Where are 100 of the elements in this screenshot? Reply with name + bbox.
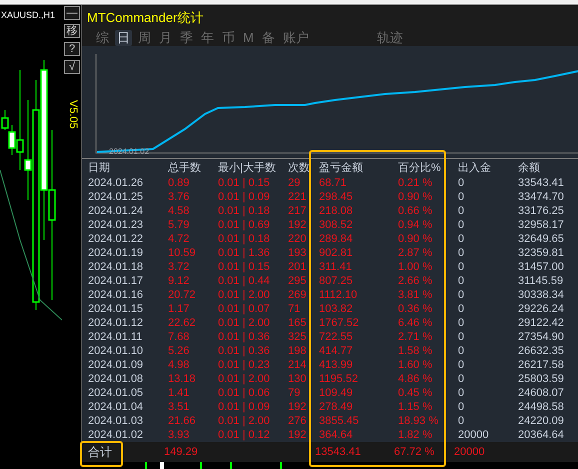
lots-cell-text: 3.72: [168, 260, 190, 274]
balance-cell-text: 29226.24: [518, 302, 565, 316]
tab[interactable]: 季: [178, 30, 195, 46]
balance-cell-text: 33176.25: [518, 204, 565, 218]
pnl-cell-text: 414.77: [319, 344, 354, 358]
tab[interactable]: 综: [94, 30, 111, 46]
count-cell-text: 192: [288, 400, 308, 414]
symbol-label: XAUUSD.,H1: [1, 9, 56, 22]
percent-cell-text: 1.82 %: [398, 428, 434, 442]
percent-cell-text: 2.87 %: [398, 246, 434, 260]
lots-cell-text: 10.59: [168, 246, 197, 260]
deposit-cell-text: 0: [458, 344, 466, 358]
pnl-cell-text: 364.64: [319, 428, 354, 442]
percent-cell-text: 1.58 %: [398, 344, 434, 358]
deposit-cell-text: 0: [458, 372, 466, 386]
count-cell-text: 201: [288, 260, 308, 274]
percent-cell-text: 0.36 %: [398, 302, 434, 316]
lots-cell-text: 20.72: [168, 288, 197, 302]
side-button[interactable]: 移: [64, 24, 80, 38]
deposit-cell-text: 0: [458, 386, 466, 400]
chart-date-label: 2024.01.02: [109, 148, 150, 156]
deposit-cell-text: 0: [458, 176, 466, 190]
count-cell-text: 214: [288, 358, 308, 372]
tab[interactable]: 周: [136, 30, 153, 46]
lot-range-cell-text: 0.01 | 0.36: [218, 344, 271, 358]
deposit-cell-text: 0: [458, 260, 466, 274]
deposit-cell-text: 0: [458, 274, 466, 288]
lot-range-cell-text: 0.01 | 0.23: [218, 358, 271, 372]
lot-range-cell-text: 0.01 | 0.06: [218, 386, 271, 400]
lot-range-cell-text: 0.01 | 0.36: [218, 330, 271, 344]
pnl-cell-text: 413.99: [319, 358, 354, 372]
balance-cell-text: 24498.58: [518, 400, 565, 414]
balance-cell-text: 27354.90: [518, 330, 565, 344]
column-header: 余额: [518, 160, 541, 176]
column-header: 盈亏金额: [319, 160, 364, 176]
balance-cell-text: 33474.70: [518, 190, 565, 204]
count-cell-text: 79: [288, 386, 302, 400]
column-header: 次数: [288, 161, 311, 176]
count-cell-text: 192: [288, 428, 308, 442]
side-button[interactable]: —: [64, 6, 80, 20]
balance-cell-text: 30338.34: [518, 288, 565, 302]
tab[interactable]: M: [241, 30, 256, 46]
deposit-cell-text: 0: [458, 302, 466, 316]
tab[interactable]: 币: [220, 30, 237, 46]
deposit-cell-text: 0: [458, 232, 466, 246]
count-cell-text: 269: [288, 288, 308, 302]
lot-range-cell-text: 0.01 | 0.18: [218, 232, 271, 246]
lots-cell-text: 3.51: [168, 400, 190, 414]
percent-cell-text: 1.15 %: [398, 400, 434, 414]
tab[interactable]: 轨迹: [374, 30, 405, 46]
pnl-cell-text: 902.81: [319, 246, 354, 260]
deposit-cell-text: 0: [458, 246, 466, 260]
deposit-cell-text: 0: [458, 414, 466, 428]
tab[interactable]: 账户: [280, 30, 311, 46]
percent-cell-text: 6.46 %: [398, 316, 434, 330]
total-lots-cell-text: 149.29: [164, 444, 199, 460]
side-button[interactable]: ?: [64, 42, 80, 56]
lot-range-cell-text: 0.01 | 1.36: [218, 246, 271, 260]
date-cell-text: 2024.01.08: [88, 372, 144, 386]
percent-cell-text: 0.90 %: [398, 232, 434, 246]
deposit-cell-text: 0: [458, 316, 466, 330]
count-cell-text: 165: [288, 316, 308, 330]
pnl-cell-text: 289.84: [319, 232, 354, 246]
deposit-cell-text: 0: [458, 330, 466, 344]
percent-cell-text: 2.66 %: [398, 274, 434, 288]
date-cell-text: 2024.01.25: [88, 190, 144, 204]
balance-cell-text: 29122.42: [518, 316, 565, 330]
tab[interactable]: 日: [115, 30, 132, 46]
side-button[interactable]: √: [64, 60, 80, 74]
deposit-cell-text: 0: [458, 218, 466, 232]
lots-cell-text: 4.72: [168, 232, 190, 246]
date-cell-text: 2024.01.23: [88, 218, 144, 232]
date-cell-text: 2024.01.19: [88, 246, 144, 260]
total-label: 合计: [88, 444, 112, 462]
lot-range-cell-text: 0.01 | 2.00: [218, 372, 271, 386]
lots-cell-text: 13.18: [168, 372, 197, 386]
total-deposit-cell-text: 20000: [454, 444, 486, 460]
version-label: V5.05: [67, 100, 78, 129]
balance-cell-text: 32958.17: [518, 218, 565, 232]
count-cell-text: 130: [288, 372, 308, 386]
balance-cell-text: 24608.07: [518, 386, 565, 400]
balance-cell-text: 32649.65: [518, 232, 565, 246]
balance-cell-text: 26217.58: [518, 358, 565, 372]
tab[interactable]: 年: [199, 30, 216, 46]
lot-range-cell-text: 0.01 | 2.00: [218, 316, 271, 330]
pnl-cell-text: 103.82: [319, 302, 354, 316]
lot-range-cell-text: 0.01 | 0.18: [218, 204, 271, 218]
total-pnl-cell-text: 13543.41: [315, 444, 362, 460]
lots-cell-text: 9.12: [168, 274, 190, 288]
percent-cell-text: 18.93 %: [398, 414, 440, 428]
tab[interactable]: 月: [157, 30, 174, 46]
pnl-cell-text: 298.45: [319, 190, 354, 204]
lots-cell-text: 3.93: [168, 428, 190, 442]
panel-title: MTCommander统计: [87, 8, 204, 27]
tab[interactable]: 备: [260, 30, 277, 46]
balance-cell-text: 25803.59: [518, 372, 565, 386]
column-header: 最小|大手数: [218, 161, 277, 176]
date-cell-text: 2024.01.05: [88, 386, 144, 400]
column-header: 日期: [88, 161, 111, 176]
deposit-cell-text: 0: [458, 204, 466, 218]
